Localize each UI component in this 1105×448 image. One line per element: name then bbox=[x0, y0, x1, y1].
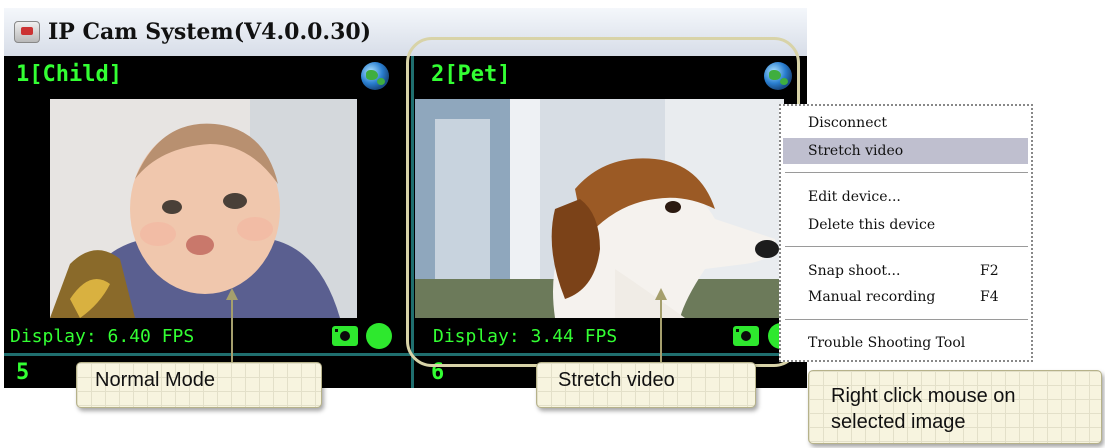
callout-right-click: Right click mouse on selected image bbox=[808, 370, 1102, 444]
callout-stretch-video: Stretch video bbox=[536, 362, 756, 408]
menu-separator bbox=[785, 172, 1028, 173]
window-title: IP Cam System(V4.0.0.30) bbox=[48, 19, 372, 45]
arrow-head bbox=[226, 288, 238, 300]
menu-item-snap-shoot[interactable]: Snap shoot... F2 bbox=[783, 258, 1028, 284]
menu-separator bbox=[785, 246, 1028, 247]
menu-item-manual-recording[interactable]: Manual recording F4 bbox=[783, 284, 1028, 310]
menu-item-disconnect[interactable]: Disconnect bbox=[783, 110, 1028, 136]
camera-icon[interactable] bbox=[332, 326, 358, 346]
arrow-head bbox=[655, 288, 667, 300]
app-icon bbox=[14, 21, 40, 43]
context-menu: Disconnect Stretch video Edit device... … bbox=[779, 104, 1033, 362]
menu-item-trouble-shooting-tool[interactable]: Trouble Shooting Tool bbox=[783, 330, 1028, 356]
menu-item-stretch-video[interactable]: Stretch video bbox=[783, 138, 1028, 164]
menu-item-label: Disconnect bbox=[808, 115, 887, 131]
menu-item-label: Delete this device bbox=[808, 217, 936, 233]
video-feed-child[interactable] bbox=[50, 99, 357, 318]
callout-normal-mode: Normal Mode bbox=[76, 362, 322, 408]
menu-item-label: Edit device... bbox=[808, 189, 901, 205]
shortcut-key: F2 bbox=[980, 263, 999, 279]
record-icon[interactable] bbox=[366, 323, 392, 349]
camera-label: 1[Child] bbox=[16, 62, 122, 87]
menu-item-label: Trouble Shooting Tool bbox=[808, 335, 966, 351]
menu-item-label: Stretch video bbox=[808, 143, 904, 159]
callout-text: Stretch video bbox=[558, 369, 675, 391]
menu-item-label: Manual recording bbox=[808, 289, 936, 305]
callout-text: Normal Mode bbox=[95, 369, 216, 391]
menu-item-edit-device[interactable]: Edit device... bbox=[783, 184, 1028, 210]
selected-cell-highlight bbox=[406, 37, 800, 367]
menu-item-delete-device[interactable]: Delete this device bbox=[783, 212, 1028, 238]
menu-separator bbox=[785, 319, 1028, 320]
menu-item-label: Snap shoot... bbox=[808, 263, 901, 279]
arrow-line bbox=[231, 296, 233, 362]
fps-display: Display: 6.40 FPS bbox=[10, 326, 195, 347]
shortcut-key: F4 bbox=[980, 289, 999, 305]
callout-text: Right click mouse on selected image bbox=[831, 385, 1016, 433]
globe-icon bbox=[361, 62, 389, 90]
arrow-line bbox=[660, 296, 662, 362]
baby-image bbox=[50, 99, 357, 318]
camera-cell-5-label[interactable]: 5 bbox=[16, 360, 29, 385]
